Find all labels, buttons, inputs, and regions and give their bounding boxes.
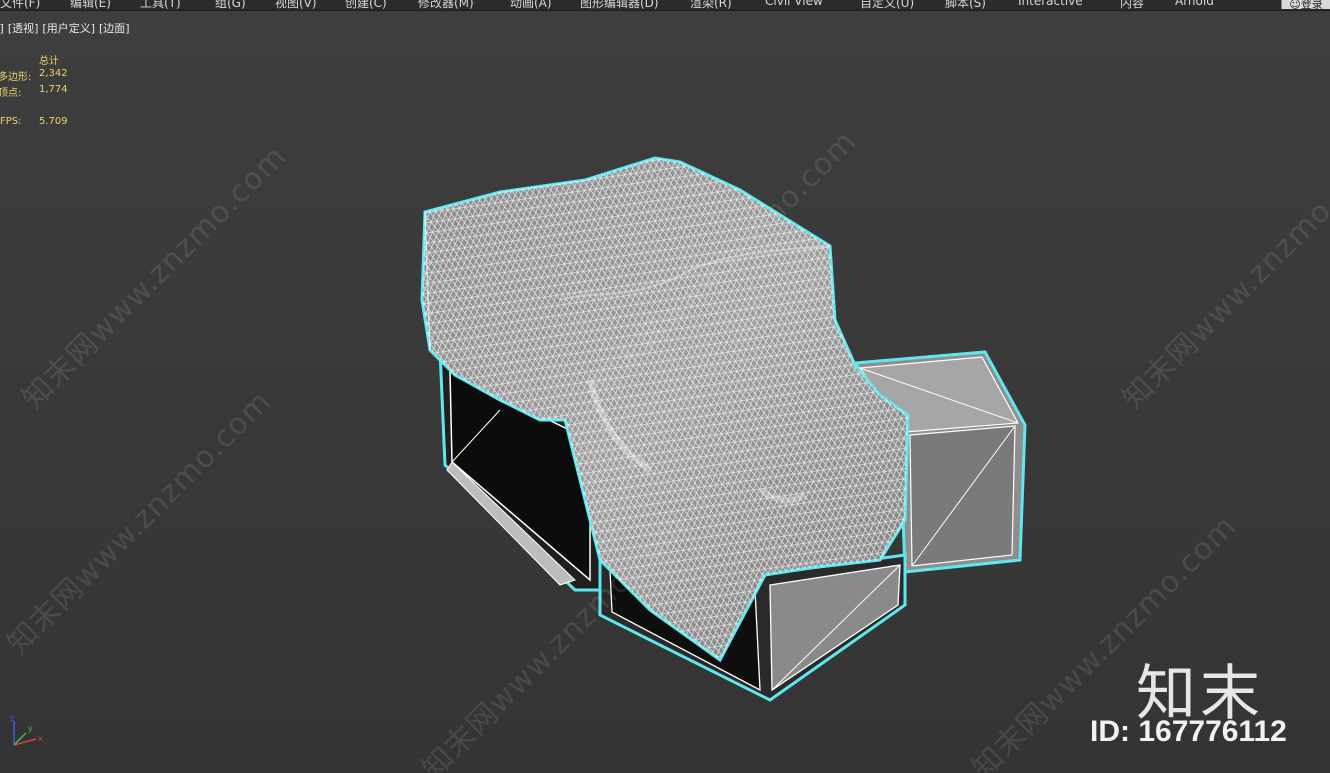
login-button[interactable]: ☺登录 [1281, 0, 1330, 9]
menu-rendering[interactable]: 渲染(R) [690, 0, 732, 10]
axis-x-label: x [38, 734, 43, 743]
login-label: 登录 [1300, 0, 1323, 9]
axis-z-label: z [10, 715, 14, 723]
menu-bar: 文件(F) 编辑(E) 工具(T) 组(G) 视图(V) 创建(C) 修改器(M… [0, 0, 1330, 11]
menu-view[interactable]: 视图(V) [275, 0, 317, 10]
menu-interactive[interactable]: Interactive [1018, 0, 1083, 8]
menu-modifiers[interactable]: 修改器(M) [418, 0, 474, 10]
menu-customize[interactable]: 自定义(U) [860, 0, 914, 10]
menu-graph-editors[interactable]: 图形编辑器(D) [580, 0, 659, 10]
menu-create[interactable]: 创建(C) [345, 0, 387, 10]
menu-content[interactable]: 内容 [1120, 0, 1144, 10]
menu-civil-view[interactable]: Civil View [765, 0, 823, 8]
menu-animation[interactable]: 动画(A) [510, 0, 552, 10]
menu-group[interactable]: 组(G) [215, 0, 246, 10]
menu-edit[interactable]: 编辑(E) [70, 0, 111, 10]
axis-gizmo-icon: x y z [10, 715, 43, 746]
menu-tools[interactable]: 工具(T) [140, 0, 181, 10]
perspective-viewport[interactable]: [+][透视][用户定义][边面] 总计 多边形: 2,342 顶点: 1,77… [0, 11, 1330, 773]
menu-file[interactable]: 文件(F) [0, 0, 40, 10]
menu-arnold[interactable]: Arnold [1175, 0, 1214, 8]
menu-scripting[interactable]: 脚本(S) [945, 0, 986, 10]
user-icon: ☺ [1289, 0, 1301, 9]
axis-y-label: y [28, 724, 33, 733]
model-id-label: ID: 167776112 [1090, 715, 1287, 748]
